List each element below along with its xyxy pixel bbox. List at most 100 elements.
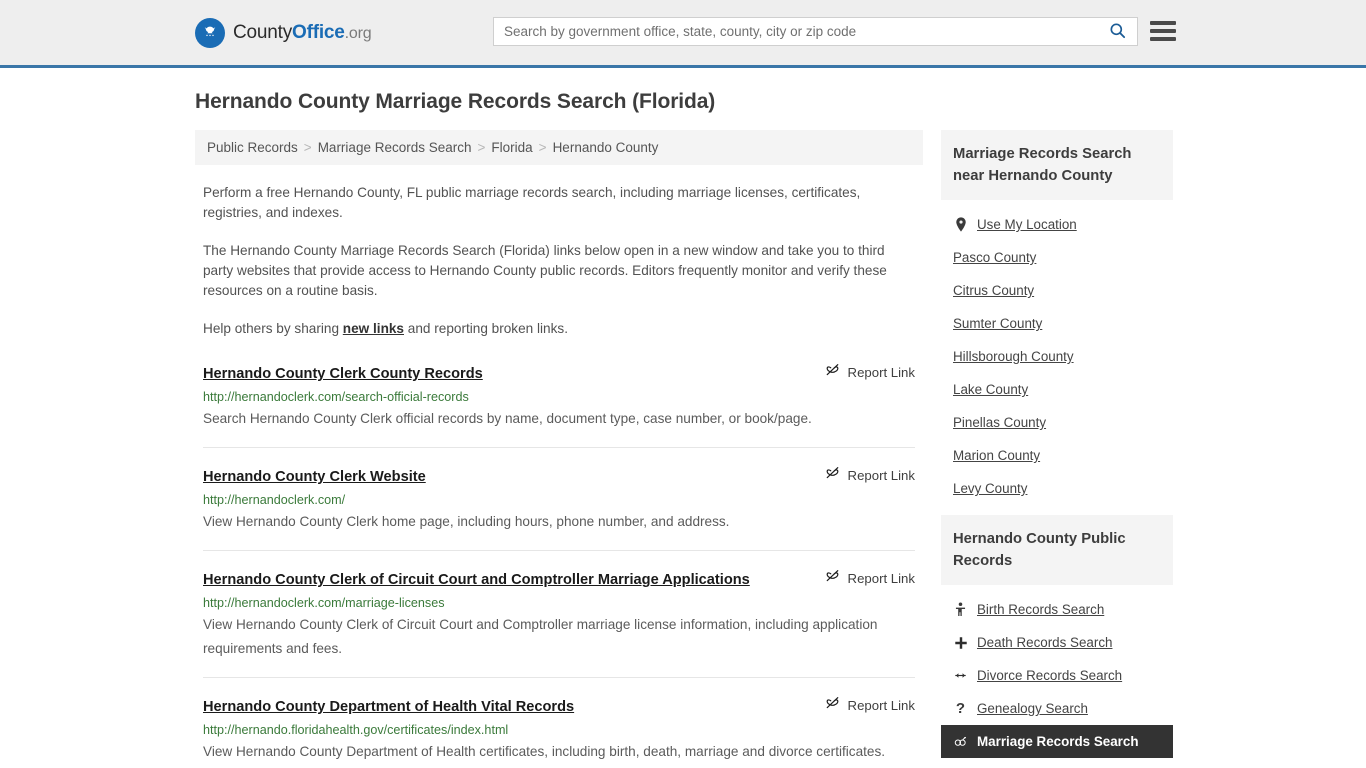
sidebar-panel-public-records: Hernando County Public Records Birth Rec… [941,515,1173,764]
sidebar-item-label: Genealogy Search [977,701,1088,716]
search-input[interactable] [494,18,1097,45]
sidebar-item-label: Pinellas County [953,415,1047,430]
brand-wordmark: CountyOffice.org [233,21,372,44]
hamburger-bar [1150,29,1176,33]
resource-url: http://hernandoclerk.com/ [203,493,346,507]
sidebar-panel-nearby: Marriage Records Search near Hernando Co… [941,130,1173,511]
report-link-label: Report Link [847,364,915,380]
baby-icon [953,602,968,617]
sidebar-item-label: Citrus County [953,283,1035,298]
breadcrumb-item-hernando-county[interactable]: Hernando County [553,140,659,155]
sidebar-item-label: Sumter County [953,316,1043,331]
breadcrumb-item-public-records[interactable]: Public Records [207,140,298,155]
sidebar-public-records-list: Birth Records Search Death Records Searc… [941,585,1173,764]
map-pin-icon [953,217,968,232]
report-link-button[interactable]: Report Link [824,361,915,383]
broken-link-icon [824,567,841,589]
hamburger-menu-icon[interactable] [1150,19,1176,43]
sidebar-heading-nearby: Marriage Records Search near Hernando Co… [941,130,1173,200]
sidebar-item-label: Birth Records Search [977,602,1105,617]
link-header-row: Hernando County Department of Health Vit… [203,694,915,716]
sidebar-item-birth-records-search[interactable]: Birth Records Search [941,593,1173,626]
sidebar-item-levy-county[interactable]: Levy County [941,472,1173,505]
broken-link-icon [824,694,841,716]
sidebar-item-label: Marriage Records Search [977,734,1139,749]
intro-paragraph-2: The Hernando County Marriage Records Sea… [203,243,887,298]
breadcrumb-item-florida[interactable]: Florida [491,140,532,155]
sidebar-item-pasco-county[interactable]: Pasco County [941,241,1173,274]
list-item: Hernando County Clerk of Circuit Court a… [203,567,915,678]
resource-url: http://hernandoclerk.com/search-official… [203,390,469,404]
sidebar-item-use-my-location[interactable]: Use My Location [941,208,1173,241]
breadcrumb-separator: > [538,140,547,155]
resource-title-link[interactable]: Hernando County Clerk of Circuit Court a… [203,572,750,588]
sidebar-item-label: Marion County [953,448,1041,463]
resource-url: http://hernandoclerk.com/marriage-licens… [203,596,445,610]
sidebar-item-divorce-records-search[interactable]: Divorce Records Search [941,659,1173,692]
sidebar-item-citrus-county[interactable]: Citrus County [941,274,1173,307]
report-link-button[interactable]: Report Link [824,694,915,716]
report-link-button[interactable]: Report Link [824,464,915,486]
list-item: Hernando County Clerk County Records Rep… [203,361,915,448]
report-link-label: Report Link [847,570,915,586]
link-header-row: Hernando County Clerk County Records Rep… [203,361,915,383]
breadcrumb-separator: > [477,140,486,155]
brand-part-county: County [233,21,293,43]
sidebar-item-marion-county[interactable]: Marion County [941,439,1173,472]
brand-part-office: Office [292,21,345,43]
site-header: CountyOffice.org [0,0,1366,68]
sidebar-item-label: Use My Location [977,217,1077,232]
sidebar-item-label: Death Records Search [977,635,1113,650]
sidebar: Marriage Records Search near Hernando Co… [941,130,1173,768]
intro-paragraph-1: Perform a free Hernando County, FL publi… [203,185,861,220]
new-links-link[interactable]: new links [343,321,404,336]
list-item: Hernando County Department of Health Vit… [203,694,915,768]
main-content: Public Records > Marriage Records Search… [195,130,923,768]
resource-title-link[interactable]: Hernando County Clerk Website [203,469,426,485]
resource-description: View Hernando County Clerk of Circuit Co… [203,617,878,656]
resource-description: View Hernando County Department of Healt… [203,744,886,759]
link-header-row: Hernando County Clerk Website Report Lin… [203,464,915,486]
breadcrumb: Public Records > Marriage Records Search… [195,130,923,165]
sidebar-item-marriage-records-search[interactable]: Marriage Records Search [941,725,1173,758]
resource-description: Search Hernando County Clerk official re… [203,411,812,426]
sidebar-item-sumter-county[interactable]: Sumter County [941,307,1173,340]
report-link-label: Report Link [847,697,915,713]
breadcrumb-separator: > [303,140,312,155]
intro-paragraph-3: Help others by sharing new links and rep… [195,319,923,339]
intro-text-before-link: Help others by sharing [203,321,343,336]
intro-text-after-link: and reporting broken links. [404,321,568,336]
resource-link-list: Hernando County Clerk County Records Rep… [195,361,923,768]
sidebar-item-label: Lake County [953,382,1029,397]
brand-part-tld: .org [344,24,372,42]
resource-url: http://hernando.floridahealth.gov/certif… [203,723,509,737]
hamburger-bar [1150,37,1176,41]
eagle-seal-logo-icon [195,17,225,48]
sidebar-item-genealogy-search[interactable]: ? Genealogy Search [941,692,1173,725]
sidebar-item-label: Levy County [953,481,1028,496]
resource-title-link[interactable]: Hernando County Clerk County Records [203,366,483,382]
resource-title-link[interactable]: Hernando County Department of Health Vit… [203,699,574,715]
report-link-button[interactable]: Report Link [824,567,915,589]
sidebar-item-death-records-search[interactable]: Death Records Search [941,626,1173,659]
page-title: Hernando County Marriage Records Search … [195,90,716,113]
sidebar-nearby-list: Use My Location Pasco County Citrus Coun… [941,200,1173,511]
sidebar-item-label: Hillsborough County [953,349,1074,364]
sidebar-item-hillsborough-county[interactable]: Hillsborough County [941,340,1173,373]
sidebar-item-label: Divorce Records Search [977,668,1123,683]
site-logo-link[interactable]: CountyOffice.org [195,17,372,48]
site-search [493,17,1138,46]
link-header-row: Hernando County Clerk of Circuit Court a… [203,567,915,589]
intro-section: Perform a free Hernando County, FL publi… [195,183,923,339]
sidebar-item-label: Pasco County [953,250,1037,265]
sidebar-item-pinellas-county[interactable]: Pinellas County [941,406,1173,439]
hamburger-bar [1150,21,1176,25]
broken-link-icon [824,361,841,383]
sidebar-item-lake-county[interactable]: Lake County [941,373,1173,406]
breadcrumb-item-marriage-records-search[interactable]: Marriage Records Search [318,140,472,155]
search-submit-button[interactable] [1097,18,1137,45]
list-item: Hernando County Clerk Website Report Lin… [203,464,915,551]
report-link-label: Report Link [847,467,915,483]
resource-description: View Hernando County Clerk home page, in… [203,514,730,529]
marriage-rings-icon [953,735,968,748]
